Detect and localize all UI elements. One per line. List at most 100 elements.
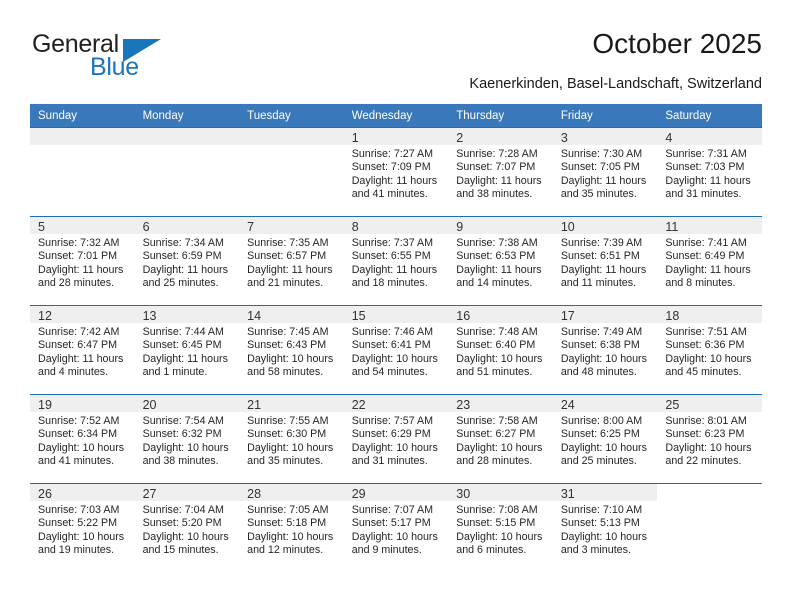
calendar-cell[interactable]: 14 Sunrise: 7:45 AM Sunset: 6:43 PM Dayligh… bbox=[239, 305, 344, 394]
calendar-cell[interactable]: 20 Sunrise: 7:54 AM Sunset: 6:32 PM Dayligh… bbox=[134, 394, 240, 483]
calendar-cell[interactable]: 28 Sunrise: 7:05 AM Sunset: 5:18 PM Dayligh… bbox=[239, 483, 344, 572]
calendar-cell[interactable]: 11 Sunrise: 7:41 AM Sunset: 6:49 PM Dayligh… bbox=[657, 216, 762, 305]
calendar-cell[interactable]: 15 Sunrise: 7:46 AM Sunset: 6:41 PM Dayligh… bbox=[343, 305, 449, 394]
day-number-band: 17 bbox=[552, 306, 658, 323]
day-number-band: 18 bbox=[657, 306, 762, 323]
sunrise-text: Sunrise: 7:44 AM bbox=[142, 326, 224, 338]
sunrise-text: Sunrise: 7:03 AM bbox=[38, 504, 120, 516]
day-cell[interactable]: 27 Sunrise: 7:04 AM Sunset: 5:20 PM Dayligh… bbox=[134, 483, 240, 572]
daylight-text-line2: and 35 minutes. bbox=[560, 188, 637, 201]
day-cell[interactable]: 21 Sunrise: 7:55 AM Sunset: 6:30 PM Dayligh… bbox=[239, 394, 344, 483]
day-cell[interactable]: 2 Sunrise: 7:28 AM Sunset: 7:07 PM Daylight… bbox=[448, 127, 553, 216]
daylight-text-line2: and 9 minutes. bbox=[351, 544, 422, 557]
day-cell[interactable]: 25 Sunrise: 8:01 AM Sunset: 6:23 PM Dayligh… bbox=[657, 394, 762, 483]
day-number-band: 25 bbox=[657, 395, 762, 412]
day-number: 24 bbox=[560, 398, 575, 412]
calendar-cell[interactable]: 29 Sunrise: 7:07 AM Sunset: 5:17 PM Dayligh… bbox=[343, 483, 449, 572]
calendar-cell[interactable]: 23 Sunrise: 7:58 AM Sunset: 6:27 PM Dayligh… bbox=[448, 394, 553, 483]
day-cell[interactable]: 16 Sunrise: 7:48 AM Sunset: 6:40 PM Dayligh… bbox=[448, 305, 553, 394]
day-sun-info: Sunrise: 7:58 AM Sunset: 6:27 PM Daylight:… bbox=[448, 412, 553, 469]
day-number-band: 14 bbox=[239, 306, 344, 323]
daylight-text-line2: and 25 minutes. bbox=[560, 455, 637, 468]
calendar-cell[interactable]: 31 Sunrise: 7:10 AM Sunset: 5:13 PM Dayligh… bbox=[552, 483, 658, 572]
day-number: 10 bbox=[560, 220, 575, 234]
sunrise-text: Sunrise: 7:28 AM bbox=[456, 148, 538, 160]
day-sun-info: Sunrise: 7:04 AM Sunset: 5:20 PM Daylight:… bbox=[135, 501, 240, 558]
calendar-cell[interactable]: 6 Sunrise: 7:34 AM Sunset: 6:59 PM Daylight… bbox=[134, 216, 240, 305]
day-cell[interactable]: 3 Sunrise: 7:30 AM Sunset: 7:05 PM Daylight… bbox=[552, 127, 658, 216]
day-cell[interactable]: 26 Sunrise: 7:03 AM Sunset: 5:22 PM Dayligh… bbox=[30, 483, 135, 572]
calendar-cell[interactable]: 3 Sunrise: 7:30 AM Sunset: 7:05 PM Daylight… bbox=[552, 127, 658, 216]
day-cell[interactable]: 20 Sunrise: 7:54 AM Sunset: 6:32 PM Dayligh… bbox=[134, 394, 240, 483]
day-number: 30 bbox=[456, 487, 471, 501]
calendar-cell[interactable]: 21 Sunrise: 7:55 AM Sunset: 6:30 PM Dayligh… bbox=[239, 394, 344, 483]
page-title: October 2025 bbox=[592, 28, 762, 59]
day-cell[interactable]: 18 Sunrise: 7:51 AM Sunset: 6:36 PM Dayligh… bbox=[657, 305, 762, 394]
calendar-cell[interactable]: 4 Sunrise: 7:31 AM Sunset: 7:03 PM Daylight… bbox=[657, 127, 762, 216]
day-number: 31 bbox=[560, 487, 575, 501]
calendar-cell[interactable]: 8 Sunrise: 7:37 AM Sunset: 6:55 PM Daylight… bbox=[343, 216, 449, 305]
general-blue-logo[interactable]: General Blue bbox=[30, 28, 220, 84]
day-cell[interactable]: 7 Sunrise: 7:35 AM Sunset: 6:57 PM Daylight… bbox=[239, 216, 344, 305]
day-cell[interactable]: 14 Sunrise: 7:45 AM Sunset: 6:43 PM Dayligh… bbox=[239, 305, 344, 394]
day-cell[interactable]: 8 Sunrise: 7:37 AM Sunset: 6:55 PM Daylight… bbox=[343, 216, 449, 305]
day-number-band: 5 bbox=[30, 217, 135, 234]
calendar-cell[interactable]: 17 Sunrise: 7:49 AM Sunset: 6:38 PM Dayligh… bbox=[552, 305, 658, 394]
day-cell[interactable]: 1 Sunrise: 7:27 AM Sunset: 7:09 PM Daylight… bbox=[343, 127, 449, 216]
day-cell[interactable]: 10 Sunrise: 7:39 AM Sunset: 6:51 PM Dayligh… bbox=[552, 216, 658, 305]
calendar-cell[interactable]: 12 Sunrise: 7:42 AM Sunset: 6:47 PM Dayligh… bbox=[30, 305, 135, 394]
weekday-header-wednesday: Wednesday bbox=[343, 104, 449, 127]
day-cell[interactable]: 17 Sunrise: 7:49 AM Sunset: 6:38 PM Dayligh… bbox=[552, 305, 658, 394]
calendar-cell[interactable]: 7 Sunrise: 7:35 AM Sunset: 6:57 PM Daylight… bbox=[239, 216, 344, 305]
calendar-cell[interactable]: 9 Sunrise: 7:38 AM Sunset: 6:53 PM Daylight… bbox=[448, 216, 553, 305]
calendar-cell[interactable]: 10 Sunrise: 7:39 AM Sunset: 6:51 PM Dayligh… bbox=[552, 216, 658, 305]
calendar-cell[interactable]: 26 Sunrise: 7:03 AM Sunset: 5:22 PM Dayligh… bbox=[30, 483, 135, 572]
calendar-cell[interactable]: 2 Sunrise: 7:28 AM Sunset: 7:07 PM Daylight… bbox=[448, 127, 553, 216]
daylight-text-line2: and 3 minutes. bbox=[560, 544, 631, 557]
day-sun-info: Sunrise: 7:28 AM Sunset: 7:07 PM Daylight:… bbox=[448, 145, 553, 202]
day-cell[interactable]: 30 Sunrise: 7:08 AM Sunset: 5:15 PM Dayligh… bbox=[448, 483, 553, 572]
day-number: 15 bbox=[351, 309, 366, 323]
daylight-text-line1: Daylight: 11 hours bbox=[665, 174, 751, 187]
weekday-header-tuesday: Tuesday bbox=[239, 104, 344, 127]
sunset-text: Sunset: 6:34 PM bbox=[38, 428, 118, 441]
day-sun-info: Sunrise: 7:44 AM Sunset: 6:45 PM Daylight:… bbox=[135, 323, 240, 380]
calendar-cell[interactable]: 25 Sunrise: 8:01 AM Sunset: 6:23 PM Dayligh… bbox=[657, 394, 762, 483]
day-cell[interactable]: 23 Sunrise: 7:58 AM Sunset: 6:27 PM Dayligh… bbox=[448, 394, 553, 483]
day-cell[interactable]: 4 Sunrise: 7:31 AM Sunset: 7:03 PM Daylight… bbox=[657, 127, 762, 216]
day-cell[interactable]: 19 Sunrise: 7:52 AM Sunset: 6:34 PM Dayligh… bbox=[30, 394, 135, 483]
day-number: 22 bbox=[351, 398, 366, 412]
day-cell[interactable]: 11 Sunrise: 7:41 AM Sunset: 6:49 PM Dayligh… bbox=[657, 216, 762, 305]
daylight-text-line2: and 54 minutes. bbox=[351, 366, 428, 379]
calendar-cell[interactable]: 24 Sunrise: 8:00 AM Sunset: 6:25 PM Dayligh… bbox=[552, 394, 658, 483]
calendar-cell[interactable]: 13 Sunrise: 7:44 AM Sunset: 6:45 PM Dayligh… bbox=[134, 305, 240, 394]
calendar-cell[interactable]: 19 Sunrise: 7:52 AM Sunset: 6:34 PM Dayligh… bbox=[30, 394, 135, 483]
day-cell[interactable]: 22 Sunrise: 7:57 AM Sunset: 6:29 PM Dayligh… bbox=[343, 394, 449, 483]
day-sun-info: Sunrise: 7:08 AM Sunset: 5:15 PM Daylight:… bbox=[448, 501, 553, 558]
day-cell[interactable]: 6 Sunrise: 7:34 AM Sunset: 6:59 PM Daylight… bbox=[134, 216, 240, 305]
sunrise-text: Sunrise: 7:32 AM bbox=[38, 237, 120, 249]
day-sun-info: Sunrise: 7:55 AM Sunset: 6:30 PM Daylight:… bbox=[239, 412, 344, 469]
calendar-cell[interactable]: 22 Sunrise: 7:57 AM Sunset: 6:29 PM Dayligh… bbox=[343, 394, 449, 483]
calendar-cell[interactable]: 27 Sunrise: 7:04 AM Sunset: 5:20 PM Dayligh… bbox=[134, 483, 240, 572]
weekday-header-thursday: Thursday bbox=[448, 104, 553, 127]
day-cell[interactable]: 12 Sunrise: 7:42 AM Sunset: 6:47 PM Dayligh… bbox=[30, 305, 135, 394]
calendar-cell[interactable]: 5 Sunrise: 7:32 AM Sunset: 7:01 PM Daylight… bbox=[30, 216, 135, 305]
day-cell[interactable]: 31 Sunrise: 7:10 AM Sunset: 5:13 PM Dayligh… bbox=[552, 483, 658, 572]
daylight-text-line1: Daylight: 10 hours bbox=[665, 441, 752, 454]
weekday-header-saturday: Saturday bbox=[657, 104, 762, 127]
calendar-cell[interactable]: 18 Sunrise: 7:51 AM Sunset: 6:36 PM Dayligh… bbox=[657, 305, 762, 394]
day-cell[interactable]: 5 Sunrise: 7:32 AM Sunset: 7:01 PM Daylight… bbox=[30, 216, 135, 305]
calendar-cell[interactable]: 16 Sunrise: 7:48 AM Sunset: 6:40 PM Dayligh… bbox=[448, 305, 553, 394]
day-cell[interactable]: 28 Sunrise: 7:05 AM Sunset: 5:18 PM Dayligh… bbox=[239, 483, 344, 572]
day-cell[interactable]: 24 Sunrise: 8:00 AM Sunset: 6:25 PM Dayligh… bbox=[552, 394, 658, 483]
day-cell[interactable]: 15 Sunrise: 7:46 AM Sunset: 6:41 PM Dayligh… bbox=[343, 305, 449, 394]
day-cell[interactable]: 9 Sunrise: 7:38 AM Sunset: 6:53 PM Daylight… bbox=[448, 216, 553, 305]
day-cell[interactable]: 13 Sunrise: 7:44 AM Sunset: 6:45 PM Dayligh… bbox=[134, 305, 240, 394]
sunset-text: Sunset: 7:05 PM bbox=[560, 161, 640, 174]
daylight-text-line2: and 38 minutes. bbox=[142, 455, 219, 468]
calendar-cell[interactable]: 30 Sunrise: 7:08 AM Sunset: 5:15 PM Dayligh… bbox=[448, 483, 553, 572]
day-cell[interactable]: 29 Sunrise: 7:07 AM Sunset: 5:17 PM Dayligh… bbox=[343, 483, 449, 572]
calendar-cell[interactable]: 1 Sunrise: 7:27 AM Sunset: 7:09 PM Daylight… bbox=[343, 127, 449, 216]
daylight-text-line1: Daylight: 10 hours bbox=[351, 441, 438, 454]
